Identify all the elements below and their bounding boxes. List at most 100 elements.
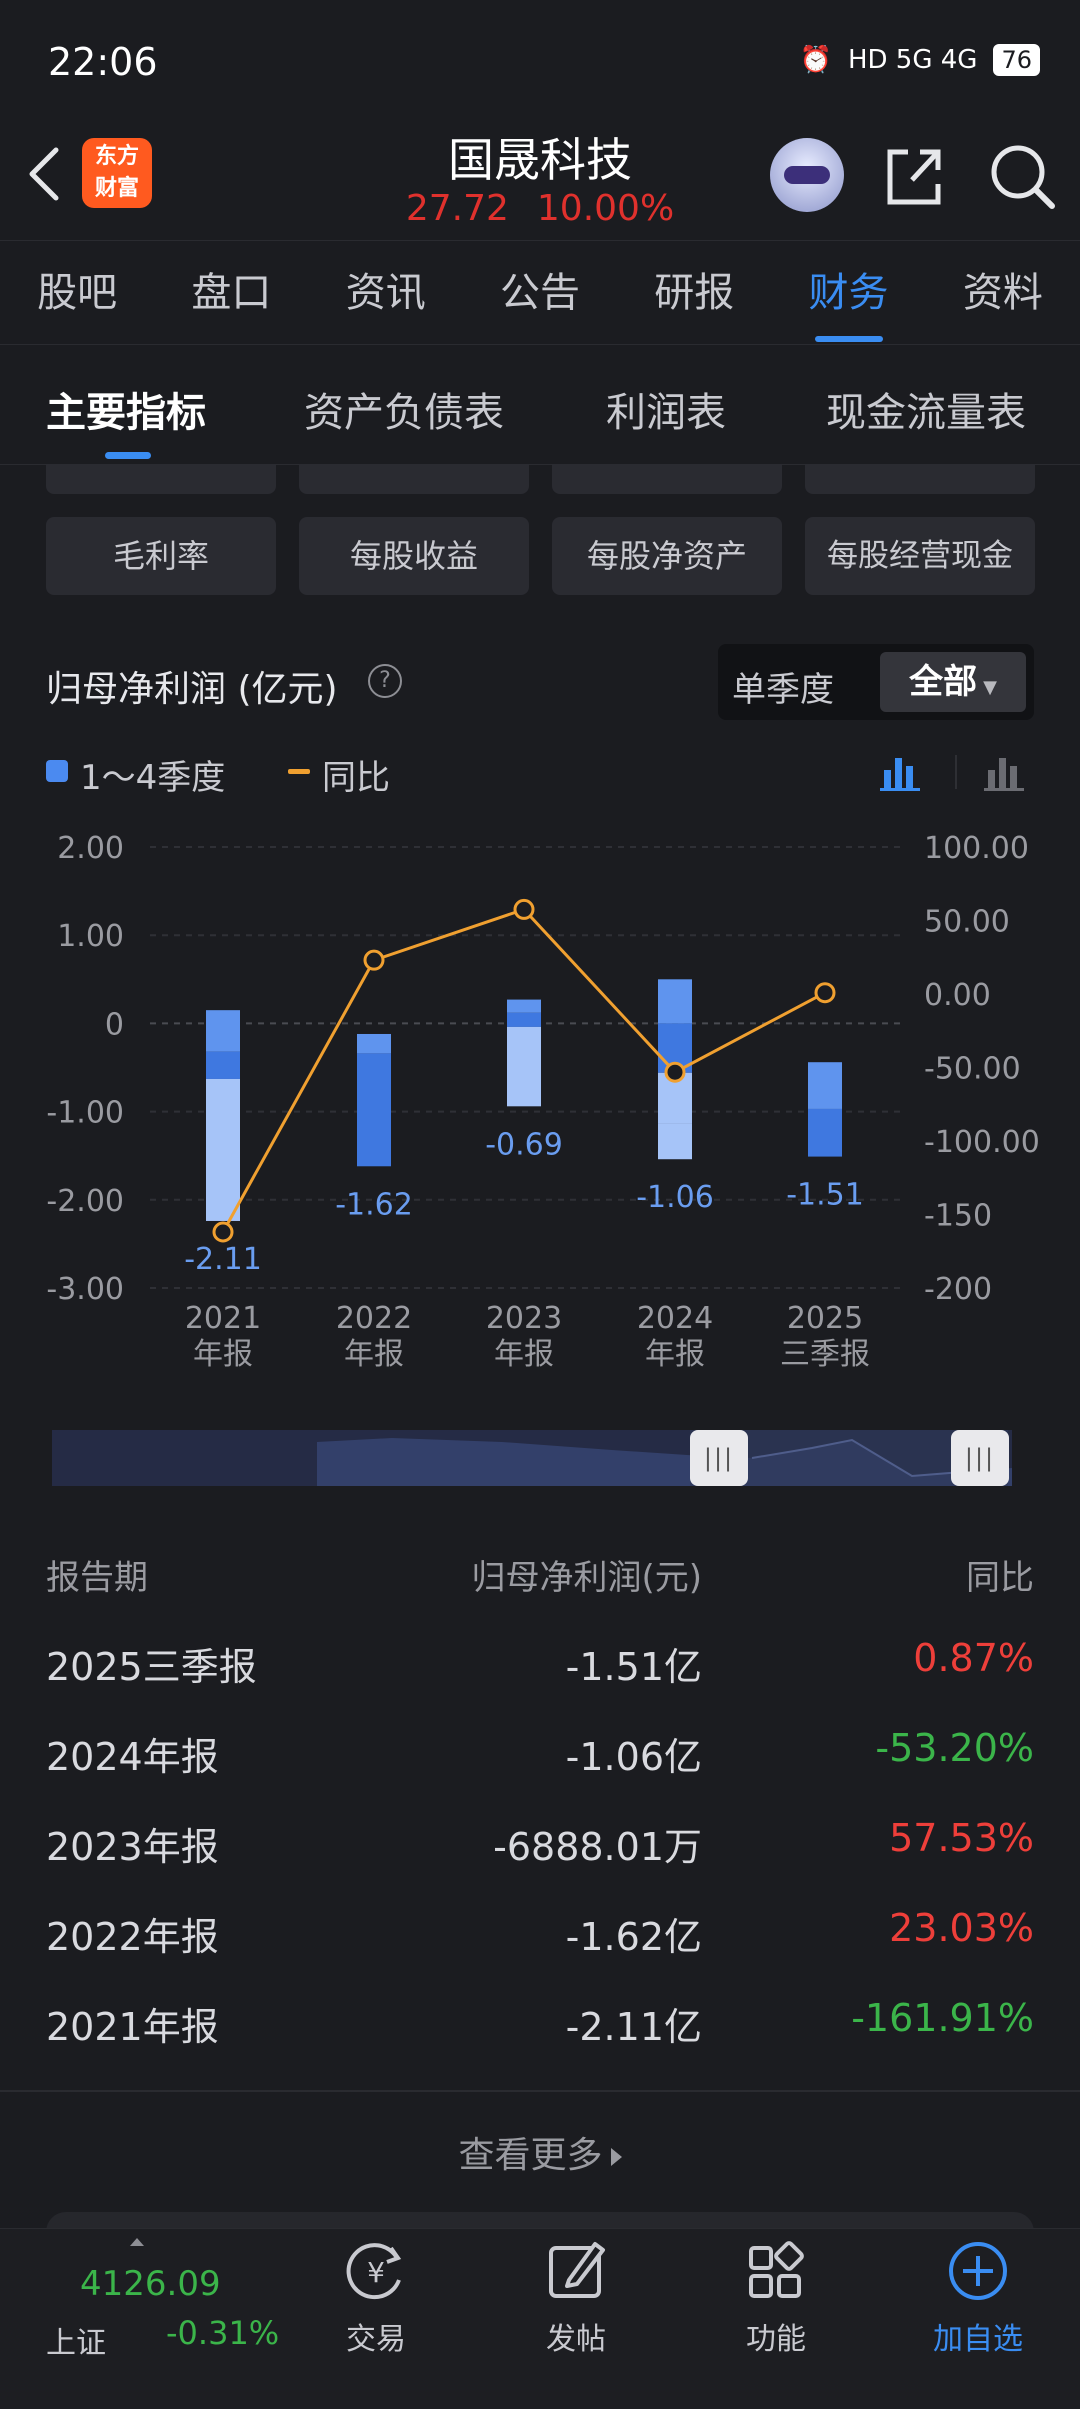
chip-ocf-per-share[interactable]: 每股经营现金 [805, 517, 1035, 595]
tab-guba[interactable]: 股吧 [37, 260, 117, 324]
svg-text:¥: ¥ [367, 2256, 385, 2289]
tab-news[interactable]: 资讯 [346, 260, 426, 324]
slider-handle-right[interactable]: ||| [951, 1430, 1009, 1486]
row-yoy: 23.03% [889, 1906, 1034, 1950]
stacked-bar-icon[interactable] [880, 752, 924, 792]
bar-segment [658, 979, 692, 1024]
apps-icon [749, 2241, 804, 2298]
row-value: -1.51亿 [565, 1645, 702, 1689]
yen-cycle-icon: ¥ [346, 2243, 402, 2300]
x-tick-label: 2025 [787, 1301, 863, 1336]
y-left-tick: -3.00 [46, 1272, 124, 1307]
bar-segment [507, 1026, 541, 1107]
y-right-tick: 0.00 [924, 978, 991, 1013]
caret-down-icon: ▼ [983, 677, 997, 698]
subtab-cash-flow[interactable]: 现金流量表 [826, 380, 1026, 438]
bar-segment [206, 1051, 240, 1079]
bottom-tab-post[interactable]: 发帖 [506, 2236, 646, 2358]
toggle-divider [955, 755, 957, 789]
legend-bar-label: 1～4季度 [80, 758, 226, 798]
x-tick-label: 三季报 [780, 1337, 870, 1372]
row-period: 2024年报 [46, 1735, 219, 1779]
segment-all[interactable]: 全部 ▼ [880, 652, 1026, 712]
chart-title: 归母净利润 (亿元) [46, 669, 338, 710]
bar-segment [357, 1033, 391, 1054]
net-profit-chart: 2.00 1.00 0 -1.00 -2.00 -3.00 100.00 50.00 0.00 -… [46, 831, 1040, 1372]
yoy-point [363, 949, 385, 971]
share-icon[interactable] [882, 144, 946, 208]
help-icon[interactable]: ? [368, 664, 402, 698]
bar-segment [808, 1108, 842, 1157]
subtab-key-indicators[interactable]: 主要指标 [46, 380, 206, 438]
table-row[interactable]: 2022年报 -1.62亿 23.03% [0, 1906, 1080, 1996]
table-row[interactable]: 2021年报 -2.11亿 -161.91% [0, 1996, 1080, 2086]
bottom-tab-trade[interactable]: ¥ 交易 [306, 2236, 446, 2358]
bottom-tab-functions[interactable]: 功能 [706, 2236, 846, 2358]
segment-single-quarter[interactable]: 单季度 [732, 662, 834, 711]
y-left-tick: -1.00 [46, 1096, 124, 1131]
table-row[interactable]: 2024年报 -1.06亿 -53.20% [0, 1726, 1080, 1816]
x-tick-label: 2024 [637, 1301, 713, 1336]
bottom-tab-add-watchlist[interactable]: 加自选 [908, 2236, 1048, 2358]
x-tick-label: 2022 [336, 1301, 412, 1336]
battery-icon: 76 [993, 44, 1040, 76]
table-row[interactable]: 2023年报 -6888.01万 57.53% [0, 1816, 1080, 1906]
col-yoy-header: 同比 [966, 1558, 1034, 1598]
index-name[interactable]: 上证 [46, 2318, 106, 2362]
chip-gross-margin[interactable]: 毛利率 [46, 517, 276, 595]
caret-up-icon[interactable] [130, 2238, 144, 2246]
subtab-income-statement[interactable]: 利润表 [606, 380, 726, 438]
bar-segment [658, 1123, 692, 1160]
y-right-tick: -100.00 [924, 1125, 1040, 1160]
chip-partial[interactable] [299, 464, 529, 494]
assistant-robot-icon[interactable] [770, 138, 844, 212]
chip-partial[interactable] [805, 464, 1035, 494]
y-right-tick: -50.00 [924, 1052, 1021, 1087]
status-icons: ⏰ HD 5G 4G 76 [800, 44, 1040, 76]
tab-finance[interactable]: 财务 [809, 260, 889, 342]
row-value: -6888.01万 [493, 1825, 702, 1869]
row-value: -1.62亿 [565, 1915, 702, 1959]
alarm-icon: ⏰ [799, 45, 832, 75]
y-left-tick: 0 [105, 1007, 124, 1042]
grip-icon: ||| [703, 1444, 735, 1472]
col-value-header: 归母净利润(元) [471, 1558, 702, 1598]
tab-research[interactable]: 研报 [654, 260, 734, 324]
search-icon[interactable] [988, 142, 1058, 212]
yoy-point [664, 1061, 686, 1083]
yoy-point [814, 982, 836, 1004]
subtab-indicator [105, 452, 151, 459]
view-more-link[interactable]: 查看更多 [0, 2126, 1080, 2178]
bar-value-label: -1.06 [636, 1180, 714, 1215]
edit-icon [549, 2242, 605, 2298]
x-tick-label: 年报 [494, 1337, 554, 1372]
bar-value-label: -2.11 [184, 1242, 262, 1277]
tab-profile[interactable]: 资料 [963, 260, 1043, 324]
chip-partial[interactable] [46, 464, 276, 494]
bar-segment [206, 1078, 240, 1221]
chip-bvps[interactable]: 每股净资产 [552, 517, 782, 595]
section-divider [0, 2090, 1080, 2092]
bar-chart-icon[interactable] [984, 752, 1028, 792]
row-yoy: 0.87% [913, 1636, 1034, 1680]
tab-pankou[interactable]: 盘口 [191, 260, 271, 324]
x-tick-label: 年报 [344, 1337, 404, 1372]
row-period: 2023年报 [46, 1825, 219, 1869]
bar-segment [357, 1053, 391, 1167]
x-tick-label: 年报 [645, 1337, 705, 1372]
range-slider[interactable] [52, 1428, 1012, 1488]
chip-partial[interactable] [552, 464, 782, 494]
chip-eps[interactable]: 每股收益 [299, 517, 529, 595]
bar-segment [507, 999, 541, 1013]
index-value[interactable]: 4126.09 [80, 2264, 221, 2304]
y-right-tick: 100.00 [924, 831, 1029, 866]
table-row[interactable]: 2025三季报 -1.51亿 0.87% [0, 1636, 1080, 1726]
yoy-point [513, 898, 535, 920]
row-period: 2025三季报 [46, 1645, 257, 1689]
slider-handle-left[interactable]: ||| [690, 1430, 748, 1486]
row-yoy: -161.91% [851, 1996, 1034, 2040]
tab-announcements[interactable]: 公告 [500, 260, 580, 324]
legend-line-swatch [288, 769, 310, 774]
index-change[interactable]: -0.31% [166, 2314, 279, 2352]
subtab-balance-sheet[interactable]: 资产负债表 [304, 380, 504, 438]
